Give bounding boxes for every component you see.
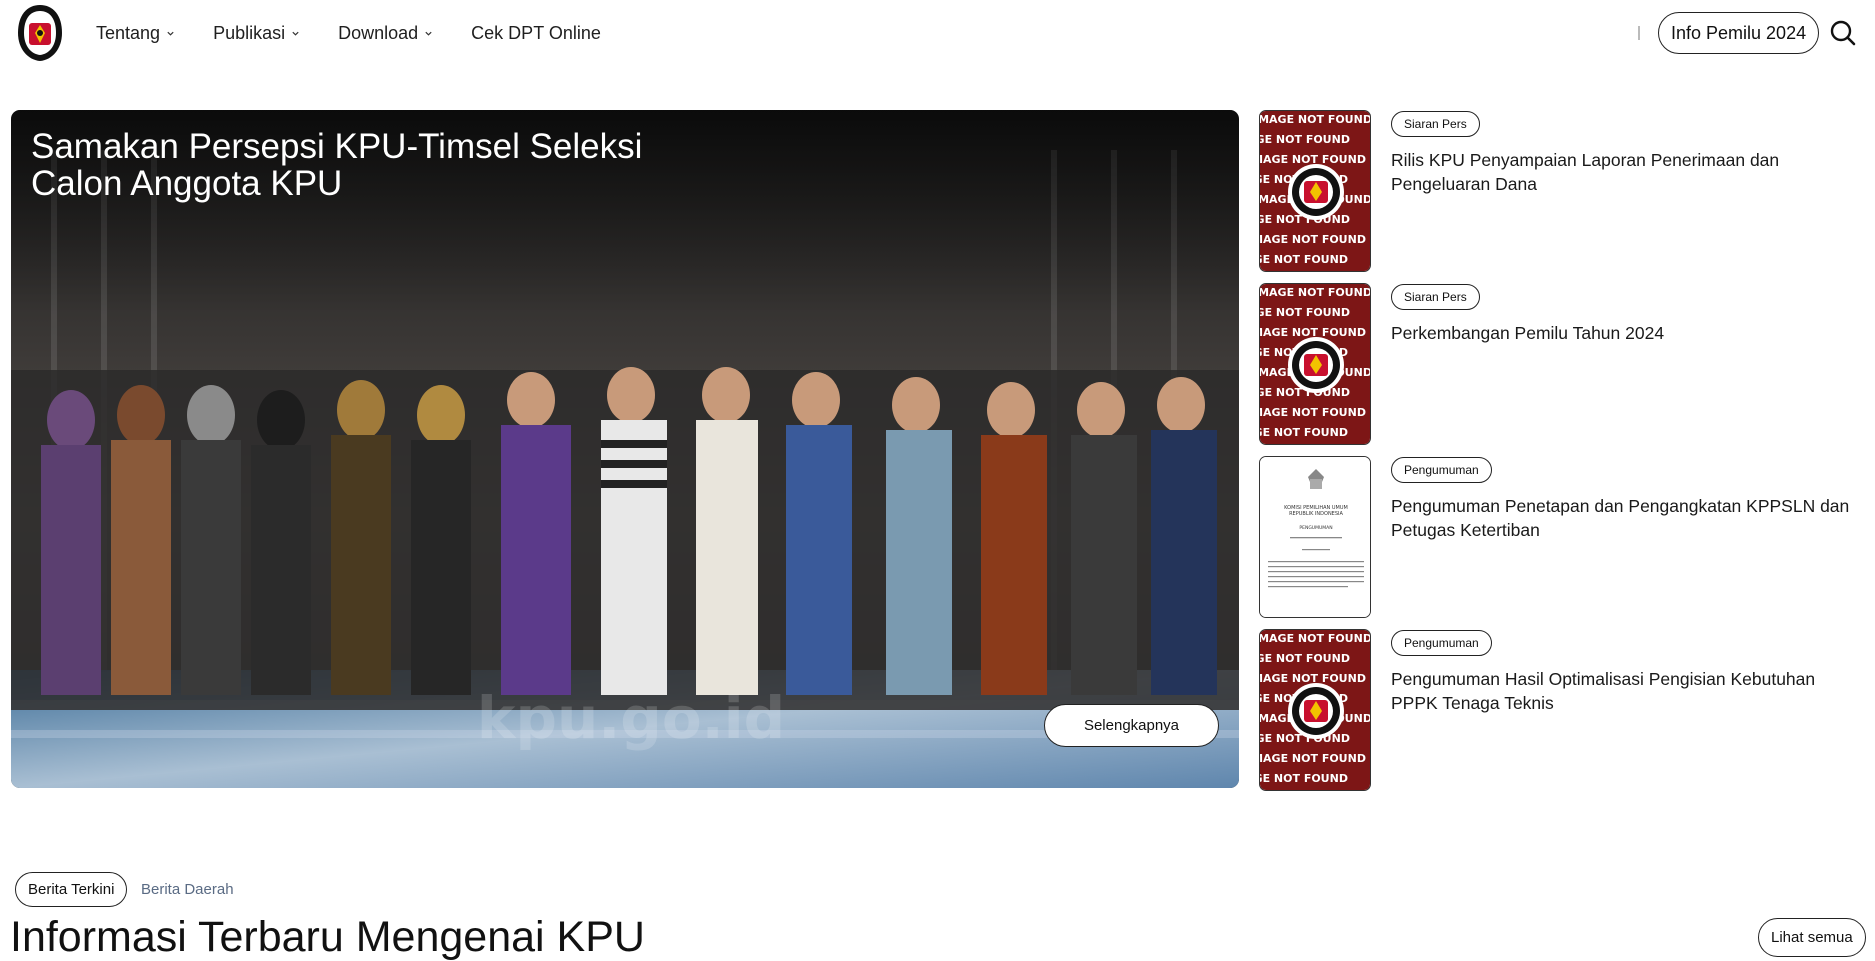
side-news-item[interactable]: IMAGE NOT FOUND IMAGE NOT FOUND IMAGE NO… [1259, 283, 1859, 445]
news-thumbnail[interactable]: KOMISI PEMILIHAN UMUM REPUBLIK INDONESIA… [1259, 456, 1371, 618]
info-pemilu-button[interactable]: Info Pemilu 2024 [1658, 12, 1820, 54]
image-not-found-icon: IMAGE NOT FOUND IMAGE NOT FOUND IMAGE NO… [1260, 111, 1371, 271]
chevron-down-icon [167, 31, 174, 36]
svg-text:IMAGE NOT FOUND: IMAGE NOT FOUND [1260, 113, 1371, 126]
svg-text:IMAGE NOT FOUND: IMAGE NOT FOUND [1260, 306, 1350, 319]
side-news-item[interactable]: IMAGE NOT FOUND IMAGE NOT FOUND IMAGE NO… [1259, 110, 1859, 272]
svg-text:REPUBLIK INDONESIA: REPUBLIK INDONESIA [1289, 511, 1343, 517]
svg-text:IMAGE NOT FOUND: IMAGE NOT FOUND [1260, 153, 1366, 166]
see-all-button[interactable]: Lihat semua [1758, 918, 1866, 957]
chevron-down-icon [425, 31, 432, 36]
svg-text:IMAGE NOT FOUND: IMAGE NOT FOUND [1260, 233, 1366, 246]
news-title[interactable]: Pengumuman Penetapan dan Pengangkatan KP… [1391, 494, 1859, 542]
svg-text:IMAGE NOT FOUND: IMAGE NOT FOUND [1260, 426, 1348, 439]
site-header: Tentang Publikasi Download Cek DPT Onlin… [0, 0, 1875, 66]
hero-watermark: kpu.go.id [477, 684, 785, 752]
side-news-item[interactable]: KOMISI PEMILIHAN UMUM REPUBLIK INDONESIA… [1259, 456, 1859, 618]
news-title[interactable]: Pengumuman Hasil Optimalisasi Pengisian … [1391, 667, 1859, 715]
section-title: Informasi Terbaru Mengenai KPU [10, 913, 645, 961]
document-thumbnail-icon: KOMISI PEMILIHAN UMUM REPUBLIK INDONESIA… [1260, 457, 1370, 617]
hero-title[interactable]: Samakan Persepsi KPU-Timsel Seleksi Calo… [31, 128, 651, 202]
nav-item-tentang[interactable]: Tentang [96, 23, 175, 44]
kpu-logo[interactable] [15, 3, 65, 63]
image-not-found-icon: IMAGE NOT FOUND IMAGE NOT FOUND IMAGE NO… [1260, 630, 1371, 790]
search-icon[interactable] [1828, 18, 1858, 48]
svg-text:IMAGE NOT FOUND: IMAGE NOT FOUND [1260, 326, 1366, 339]
news-thumbnail[interactable]: IMAGE NOT FOUND IMAGE NOT FOUND IMAGE NO… [1259, 110, 1371, 272]
svg-text:IMAGE NOT FOUND: IMAGE NOT FOUND [1260, 133, 1350, 146]
nav-item-publikasi[interactable]: Publikasi [213, 23, 300, 44]
image-not-found-icon: IMAGE NOT FOUND IMAGE NOT FOUND IMAGE NO… [1260, 284, 1371, 444]
nav-label: Cek DPT Online [471, 22, 601, 43]
nav-item-cek-dpt[interactable]: Cek DPT Online [471, 23, 601, 44]
svg-text:IMAGE NOT FOUND: IMAGE NOT FOUND [1260, 772, 1348, 785]
news-title[interactable]: Rilis KPU Penyampaian Laporan Penerimaan… [1391, 148, 1859, 196]
nav-label: Publikasi [213, 22, 286, 43]
divider [1638, 26, 1640, 40]
chevron-down-icon [292, 31, 299, 36]
nav-label: Tentang [96, 22, 161, 43]
hero-featured-news[interactable]: kpu.go.id Samakan Persepsi KPU-Timsel Se… [11, 110, 1239, 788]
category-badge[interactable]: Pengumuman [1391, 457, 1492, 483]
hero-readmore-button[interactable]: Selengkapnya [1044, 704, 1219, 747]
svg-text:IMAGE NOT FOUND: IMAGE NOT FOUND [1260, 632, 1371, 645]
side-news-item[interactable]: IMAGE NOT FOUND IMAGE NOT FOUND IMAGE NO… [1259, 629, 1859, 791]
svg-text:IMAGE NOT FOUND: IMAGE NOT FOUND [1260, 286, 1371, 299]
svg-text:IMAGE NOT FOUND: IMAGE NOT FOUND [1260, 406, 1366, 419]
svg-text:IMAGE NOT FOUND: IMAGE NOT FOUND [1260, 652, 1350, 665]
news-thumbnail[interactable]: IMAGE NOT FOUND IMAGE NOT FOUND IMAGE NO… [1259, 629, 1371, 791]
news-title[interactable]: Perkembangan Pemilu Tahun 2024 [1391, 321, 1859, 345]
svg-text:IMAGE NOT FOUND: IMAGE NOT FOUND [1260, 253, 1348, 266]
tab-berita-terkini[interactable]: Berita Terkini [15, 872, 128, 907]
svg-text:PENGUMUMAN: PENGUMUMAN [1299, 525, 1332, 531]
tab-berita-daerah[interactable]: Berita Daerah [141, 872, 234, 907]
svg-text:IMAGE NOT FOUND: IMAGE NOT FOUND [1260, 672, 1366, 685]
category-badge[interactable]: Pengumuman [1391, 630, 1492, 656]
svg-text:IMAGE NOT FOUND: IMAGE NOT FOUND [1260, 752, 1366, 765]
category-badge[interactable]: Siaran Pers [1391, 111, 1480, 137]
news-thumbnail[interactable]: IMAGE NOT FOUND IMAGE NOT FOUND IMAGE NO… [1259, 283, 1371, 445]
hero-photo: kpu.go.id [11, 110, 1239, 788]
category-badge[interactable]: Siaran Pers [1391, 284, 1480, 310]
nav-item-download[interactable]: Download [338, 23, 433, 44]
main-nav: Tentang Publikasi Download Cek DPT Onlin… [96, 0, 639, 66]
nav-label: Download [338, 22, 419, 43]
